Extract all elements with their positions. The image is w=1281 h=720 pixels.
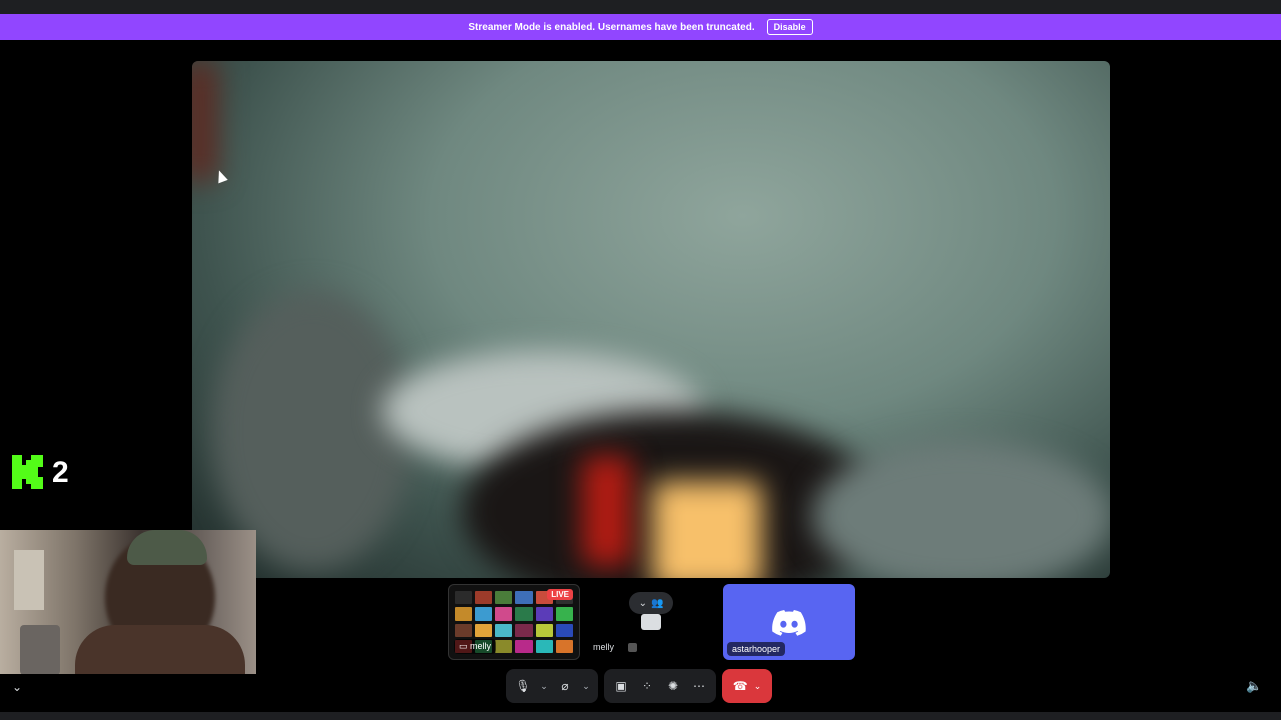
more-icon[interactable]: ⋯ [688, 675, 710, 697]
main-video-feed[interactable] [192, 61, 1110, 578]
banner-message: Streamer Mode is enabled. Usernames have… [468, 21, 755, 33]
logo-number: 2 [52, 456, 69, 489]
hangup-icon[interactable]: ☎ [733, 679, 748, 693]
call-controls: 🎙 ⌄ ⌀ ⌄ ▣ ⁘ ✺ ⋯ ☎ ⌄ [506, 669, 772, 703]
tile-controls[interactable]: ⌄ 👥 [629, 592, 673, 614]
activity-controls: ▣ ⁘ ✺ ⋯ [604, 669, 716, 703]
discord-user-tile[interactable]: astarhooper [723, 584, 855, 660]
activities-icon[interactable]: ⁘ [636, 675, 658, 697]
streamer-mode-banner: Streamer Mode is enabled. Usernames have… [0, 14, 1281, 40]
bottom-status-strip [0, 712, 1281, 720]
stream-tile-label: ▭ melly [454, 639, 497, 654]
kick-logo-icon [12, 455, 43, 489]
camera-off-icon[interactable]: ⌀ [554, 675, 576, 697]
webcam-overlay [0, 530, 256, 674]
hangup-options-chevron-icon[interactable]: ⌄ [754, 681, 762, 692]
melly-tile-label: melly [593, 642, 615, 652]
disable-streamer-mode-button[interactable]: Disable [766, 19, 813, 35]
discord-tile-label: astarhooper [727, 642, 786, 656]
stream-username: melly [470, 641, 492, 651]
small-status-icon [628, 643, 637, 652]
people-icon[interactable]: 👥 [651, 598, 663, 609]
screen-share-icon[interactable]: ▣ [610, 675, 632, 697]
microphone-icon[interactable]: 🎙 [512, 675, 534, 697]
chevron-down-icon[interactable]: ⌄ [639, 598, 647, 609]
stream-tile[interactable]: LIVE ▭ melly [448, 584, 580, 660]
screen-icon: ▭ [459, 641, 468, 651]
melly-tile[interactable]: ⌄ 👥 melly [585, 584, 717, 660]
collapse-chevron-icon[interactable]: ⌄ [12, 680, 22, 694]
window-top-bar [0, 0, 1281, 14]
disconnect-button[interactable]: ☎ ⌄ [722, 669, 772, 703]
discord-logo-icon [772, 610, 806, 636]
camera-icon [641, 614, 661, 630]
voice-video-controls: 🎙 ⌄ ⌀ ⌄ [506, 669, 598, 703]
camera-options-chevron-icon[interactable]: ⌄ [580, 681, 592, 692]
volume-icon[interactable]: 🔈 [1246, 678, 1262, 694]
live-badge: LIVE [547, 589, 573, 600]
soundboard-icon[interactable]: ✺ [662, 675, 684, 697]
mic-options-chevron-icon[interactable]: ⌄ [538, 681, 550, 692]
